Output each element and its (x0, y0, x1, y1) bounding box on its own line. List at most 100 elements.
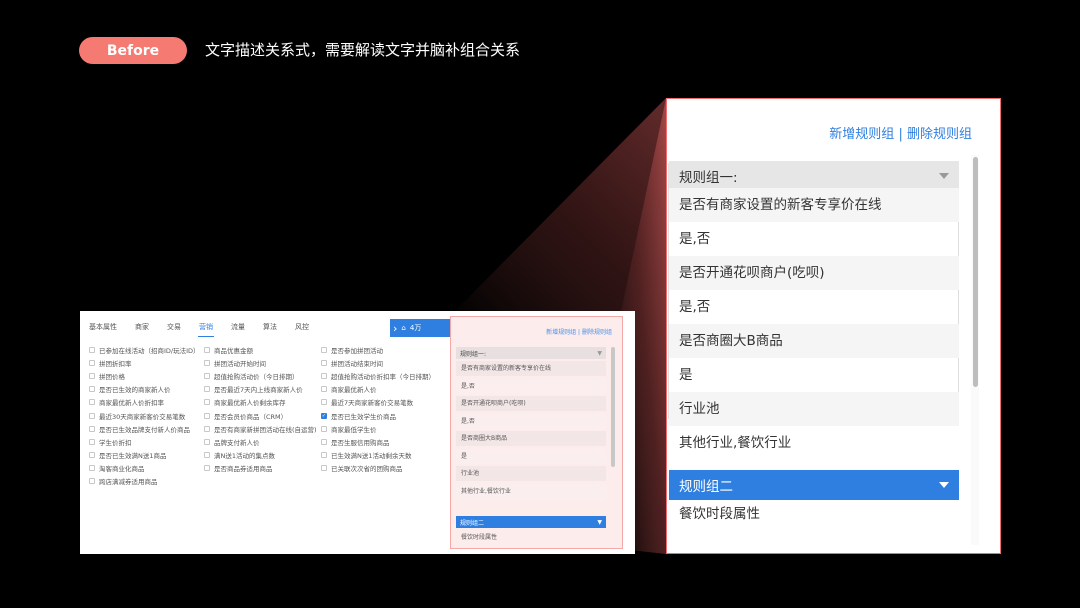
checkbox[interactable] (321, 399, 327, 406)
checkbox[interactable] (321, 452, 327, 459)
attribute-checkbox-row[interactable]: 已参加在线活动（招商ID/玩法ID） (89, 343, 200, 356)
tab-4[interactable]: 流量 (222, 311, 254, 341)
attribute-checkbox-row[interactable]: 超值抢购活动价（今日排期） (204, 369, 317, 382)
attribute-checkbox-row[interactable]: 超值抢购活动价折扣率（今日排期） (321, 369, 435, 382)
rule-item: 是否有商家设置的新客专享价在线 (669, 188, 959, 222)
attribute-checkbox-row[interactable]: 商家最优新人价 (321, 383, 435, 396)
rule-item: 其他行业,餐饮行业 (679, 435, 792, 451)
checkbox[interactable] (321, 359, 327, 366)
rule-item-small: 是 (456, 448, 606, 464)
attribute-checkbox-row[interactable]: 满N送1活动的集点数 (204, 449, 317, 462)
checkbox[interactable] (89, 346, 95, 353)
delete-group-link-small[interactable]: 删除规则组 (582, 329, 612, 336)
rule-group-2-item: 餐饮时段属性 (679, 506, 760, 522)
checkbox[interactable] (204, 359, 210, 366)
attribute-checkbox-row[interactable]: 淘客商业化商品 (89, 462, 200, 475)
tab-3[interactable]: 营销 (190, 311, 222, 341)
attribute-checkbox-row[interactable]: 品牌支付新人价 (204, 435, 317, 448)
tab-1[interactable]: 商家 (126, 311, 158, 341)
attribute-checkbox-row[interactable]: 是否参加拼团活动 (321, 343, 435, 356)
rule-group-2-header[interactable]: 规则组二 (669, 470, 959, 500)
attribute-checkbox-row[interactable]: ✓ 是否已生效学生价商品 (321, 409, 435, 422)
checkbox[interactable] (89, 386, 95, 393)
attribute-checkbox-row[interactable]: 商家最优新人价折扣率 (89, 396, 200, 409)
checkbox[interactable] (204, 412, 210, 419)
tab-0[interactable]: 基本属性 (80, 311, 126, 341)
checkbox[interactable] (204, 399, 210, 406)
checkbox[interactable] (89, 372, 95, 379)
rule-item-small: 其他行业,餐饮行业 (456, 483, 606, 499)
checkbox[interactable] (89, 399, 95, 406)
checkbox[interactable] (89, 452, 95, 459)
checkbox[interactable] (89, 359, 95, 366)
attribute-checkbox-row[interactable]: 拼团活动结束时间 (321, 356, 435, 369)
attribute-checkbox-row[interactable]: 最近7天商家新客价交易笔数 (321, 396, 435, 409)
attribute-checkbox-row[interactable]: 是否已生效的商家新人价 (89, 383, 200, 396)
checkbox[interactable] (321, 346, 327, 353)
rule-group-1-header-small[interactable]: 规则组一: ▼ (456, 347, 606, 359)
checkbox[interactable] (89, 465, 95, 472)
caret-down-icon: ▼ (597, 518, 602, 526)
rule-group-2-header-small[interactable]: 规则组二 ▼ (456, 516, 606, 528)
checkbox-label: 是否生服信用购商品 (331, 438, 390, 447)
caret-down-icon (939, 173, 949, 179)
action-separator: | (898, 127, 903, 142)
checkbox-label: 是否参加拼团活动 (331, 346, 383, 355)
checkbox[interactable] (321, 438, 327, 445)
tab-6[interactable]: 风控 (286, 311, 318, 341)
checkbox[interactable] (204, 438, 210, 445)
attribute-checkbox-row[interactable]: 跨店满减券适用商品 (89, 475, 200, 488)
attribute-column-2: 是否参加拼团活动 拼团活动结束时间 超值抢购活动价折扣率（今日排期） 商家最优新人价最… (321, 343, 435, 475)
attribute-checkbox-row[interactable]: 是否会员价商品（CRM） (204, 409, 317, 422)
checkbox-label: 商家最优新人价折扣率 (99, 399, 164, 408)
checkbox-label: 拼团活动开始时间 (214, 359, 266, 368)
attribute-checkbox-row[interactable]: 是否有商家新拼团活动在线(自运营) (204, 422, 317, 435)
checkbox[interactable] (89, 425, 95, 432)
checkbox[interactable] (204, 452, 210, 459)
checkbox[interactable] (204, 465, 210, 472)
attribute-checkbox-row[interactable]: 是否最近7天内上线商家新人价 (204, 383, 317, 396)
checkbox[interactable] (204, 346, 210, 353)
checkbox[interactable] (204, 386, 210, 393)
checkbox[interactable] (204, 372, 210, 379)
checkbox[interactable] (89, 438, 95, 445)
attribute-checkbox-row[interactable]: 是否已生效品牌支付新人价商品 (89, 422, 200, 435)
add-group-link-small[interactable]: 新增规则组 (546, 329, 576, 336)
checkbox[interactable] (89, 412, 95, 419)
attribute-checkbox-row[interactable]: 是否已生效满N送1商品 (89, 449, 200, 462)
delete-group-link[interactable]: 删除规则组 (907, 127, 972, 142)
rule-group-2-item-small: 餐饮时段属性 (461, 534, 498, 541)
attribute-checkbox-row[interactable]: 是否生服信用购商品 (321, 435, 435, 448)
add-group-link[interactable]: 新增规则组 (829, 127, 894, 142)
caret-down-icon: ▼ (597, 349, 602, 357)
attribute-checkbox-row[interactable]: 拼团价格 (89, 369, 200, 382)
attribute-checkbox-row[interactable]: 拼团活动开始时间 (204, 356, 317, 369)
scrollbar-thumb[interactable] (973, 157, 978, 387)
checkbox[interactable] (89, 478, 95, 485)
checkbox-label: 是否最近7天内上线商家新人价 (214, 386, 303, 395)
attribute-checkbox-row[interactable]: 已关联次次省的团购商品 (321, 462, 435, 475)
checkbox[interactable] (204, 425, 210, 432)
checkbox[interactable] (321, 465, 327, 472)
attribute-checkbox-row[interactable]: 拼团折扣率 (89, 356, 200, 369)
checkbox-label: 淘客商业化商品 (99, 465, 145, 474)
checkbox-checked[interactable]: ✓ (321, 412, 327, 419)
tab-5[interactable]: 算法 (254, 311, 286, 341)
attribute-checkbox-row[interactable]: 已生效满N送1活动剩余天数 (321, 449, 435, 462)
count-label: 4万 (409, 324, 422, 332)
rule-item: 是否开通花呗商户(吃呗) (669, 256, 959, 290)
attribute-checkbox-row[interactable]: 最近30天商家新客价交易笔数 (89, 409, 200, 422)
scrollbar-small[interactable] (611, 347, 615, 467)
attribute-checkbox-row[interactable]: 商家最低学生价 (321, 422, 435, 435)
attribute-checkbox-row[interactable]: 学生价折扣 (89, 435, 200, 448)
attribute-checkbox-row[interactable]: 商家最优新人价剩余库存 (204, 396, 317, 409)
checkbox-label: 已生效满N送1活动剩余天数 (331, 452, 412, 461)
checkbox[interactable] (321, 386, 327, 393)
collapse-panel-button[interactable]: › ⌂ 4万 (390, 319, 452, 337)
checkbox[interactable] (321, 425, 327, 432)
attribute-checkbox-row[interactable]: 是否商品券适用商品 (204, 462, 317, 475)
tab-2[interactable]: 交易 (158, 311, 190, 341)
checkbox[interactable] (321, 372, 327, 379)
rule-group-1-header[interactable]: 规则组一: (669, 161, 959, 191)
attribute-checkbox-row[interactable]: 商品优惠金额 (204, 343, 317, 356)
